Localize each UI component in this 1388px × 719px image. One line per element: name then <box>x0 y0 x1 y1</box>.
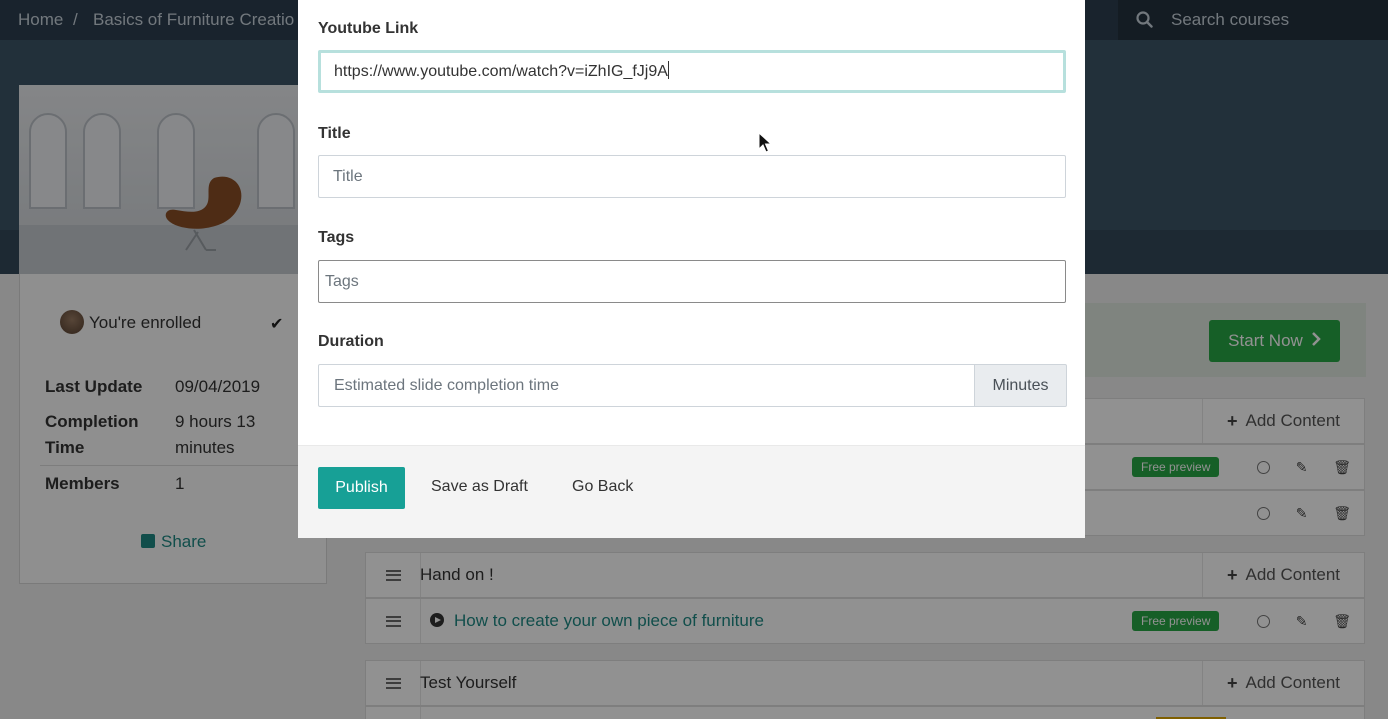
tags-label: Tags <box>318 229 355 246</box>
duration-input-group: Estimated slide completion time Minutes <box>318 364 1067 407</box>
modal-footer: Publish Save as Draft Go Back <box>298 445 1085 538</box>
tags-input[interactable]: Tags <box>318 260 1066 303</box>
title-input[interactable]: Title <box>318 155 1066 198</box>
title-label: Title <box>318 125 351 142</box>
add-content-modal: Youtube Link https://www.youtube.com/wat… <box>298 0 1085 538</box>
youtube-link-label: Youtube Link <box>318 20 419 37</box>
duration-label: Duration <box>318 333 384 350</box>
duration-unit: Minutes <box>974 364 1067 407</box>
go-back-button[interactable]: Go Back <box>572 478 633 496</box>
save-as-draft-button[interactable]: Save as Draft <box>431 478 528 496</box>
youtube-link-input[interactable]: https://www.youtube.com/watch?v=iZhIG_fJ… <box>318 50 1066 93</box>
mouse-cursor-icon <box>758 132 772 153</box>
youtube-link-value: https://www.youtube.com/watch?v=iZhIG_fJ… <box>334 63 668 80</box>
duration-input[interactable]: Estimated slide completion time <box>318 364 975 407</box>
publish-button[interactable]: Publish <box>318 467 405 509</box>
